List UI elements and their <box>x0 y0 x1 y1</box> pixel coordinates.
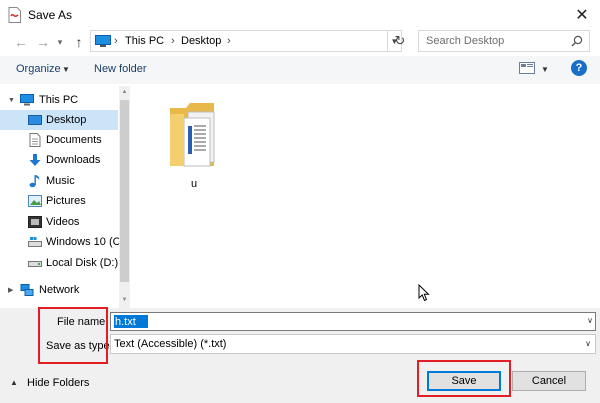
downloads-icon <box>29 154 41 166</box>
new-folder-button[interactable]: New folder <box>94 63 147 75</box>
scrollbar-thumb[interactable] <box>120 100 129 282</box>
pc-icon <box>95 35 111 47</box>
organize-button[interactable]: Organize <box>16 63 61 75</box>
window-title: Save As <box>28 8 73 22</box>
savetype-select[interactable]: Text (Accessible) (*.txt) ∨ <box>110 334 596 354</box>
scroll-up-icon[interactable]: ▲ <box>119 86 130 98</box>
forward-button[interactable]: → <box>34 33 52 51</box>
drive-c-icon <box>28 237 42 247</box>
folder-label: u <box>190 178 198 190</box>
savetype-value: Text (Accessible) (*.txt) <box>114 338 227 350</box>
hide-folders-label[interactable]: Hide Folders <box>27 377 89 389</box>
nav-item-windows-c[interactable]: Windows 10 (C:) <box>0 232 127 252</box>
folder-icon <box>170 103 215 167</box>
chevron-right-icon[interactable]: › <box>227 35 231 47</box>
title-bar <box>0 0 600 30</box>
pictures-icon <box>28 195 42 207</box>
chevron-down-icon: ▾ <box>57 36 63 47</box>
videos-icon <box>28 216 42 228</box>
nav-item-label: Desktop <box>46 114 87 126</box>
nav-item-label: Videos <box>46 216 80 228</box>
up-button[interactable]: ↑ <box>70 33 88 51</box>
nav-item-music[interactable]: Music <box>0 171 118 191</box>
nav-item-desktop[interactable]: Desktop <box>0 110 118 130</box>
network-icon <box>20 284 34 296</box>
nav-item-label: Pictures <box>46 195 86 207</box>
filename-label: File name: <box>57 316 109 328</box>
recent-locations-button[interactable]: ▾ <box>54 33 66 51</box>
drive-d-icon <box>28 261 42 267</box>
nav-item-pictures[interactable]: Pictures <box>0 191 118 211</box>
refresh-icon: ↻ <box>394 33 406 48</box>
search-box[interactable] <box>418 30 590 52</box>
arrow-right-icon: → <box>36 34 50 50</box>
nav-item-label: Downloads <box>46 154 101 166</box>
music-icon <box>29 175 40 188</box>
nav-item-this-pc[interactable]: ▼ This PC <box>0 90 118 110</box>
pc-icon <box>20 94 34 106</box>
nav-item-label: Windows 10 (C:) <box>46 236 128 248</box>
nav-item-network[interactable]: ▶ Network <box>0 280 118 300</box>
breadcrumb-this-pc[interactable]: This PC <box>125 35 164 47</box>
breadcrumb-desktop[interactable]: Desktop <box>181 35 221 47</box>
folder-item[interactable]: u <box>158 92 230 190</box>
address-bar[interactable]: › This PC › Desktop › <box>90 30 388 52</box>
command-bar <box>0 56 600 84</box>
nav-item-documents[interactable]: Documents <box>0 130 118 150</box>
nav-item-label: Documents <box>46 134 102 146</box>
help-button[interactable]: ? <box>571 60 587 76</box>
cancel-button[interactable]: Cancel <box>512 371 586 391</box>
filename-field[interactable]: ∨ <box>110 312 596 331</box>
chevron-right-icon[interactable]: ▶ <box>8 286 13 294</box>
nav-item-downloads[interactable]: Downloads <box>0 150 118 170</box>
arrow-left-icon: ← <box>14 34 28 50</box>
arrow-up-icon: ↑ <box>75 34 83 50</box>
chevron-down-icon[interactable]: ▼ <box>541 65 549 74</box>
chevron-down-icon[interactable]: ∨ <box>585 339 591 348</box>
documents-icon <box>29 133 41 147</box>
nav-item-local-disk-d[interactable]: Local Disk (D:) <box>0 253 118 273</box>
chevron-down-icon[interactable]: ▼ <box>8 97 15 104</box>
back-button[interactable]: ← <box>12 33 30 51</box>
close-icon: ✕ <box>575 7 589 24</box>
scroll-down-icon[interactable]: ▼ <box>119 294 130 306</box>
view-options-icon[interactable] <box>519 61 535 75</box>
nav-item-label: This PC <box>39 94 79 106</box>
mouse-cursor-icon <box>418 284 430 302</box>
close-button[interactable]: ✕ <box>564 0 600 30</box>
savetype-label: Save as type: <box>46 340 113 352</box>
chevron-down-icon[interactable]: ∨ <box>587 316 593 325</box>
search-icon <box>571 35 583 47</box>
chevron-up-icon[interactable]: ▲ <box>10 378 18 387</box>
document-icon <box>8 7 21 23</box>
nav-item-label: Network <box>39 284 80 296</box>
navigation-pane: ▼ This PC Desktop Documents Downloads Mu… <box>0 86 127 308</box>
filename-input[interactable] <box>111 313 581 330</box>
nav-item-label: Music <box>46 175 75 187</box>
nav-item-label: Local Disk (D:) <box>46 257 119 269</box>
nav-scrollbar[interactable]: ▲ ▼ <box>119 86 130 308</box>
search-input[interactable] <box>419 31 569 51</box>
refresh-button[interactable]: ↻ <box>390 30 410 52</box>
chevron-right-icon[interactable]: › <box>171 35 175 47</box>
save-button[interactable]: Save <box>427 371 501 391</box>
chevron-right-icon[interactable]: › <box>114 35 118 47</box>
desktop-icon <box>28 115 42 125</box>
nav-item-videos[interactable]: Videos <box>0 212 118 232</box>
file-list: u <box>132 86 600 308</box>
chevron-down-icon[interactable]: ▼ <box>62 65 70 74</box>
